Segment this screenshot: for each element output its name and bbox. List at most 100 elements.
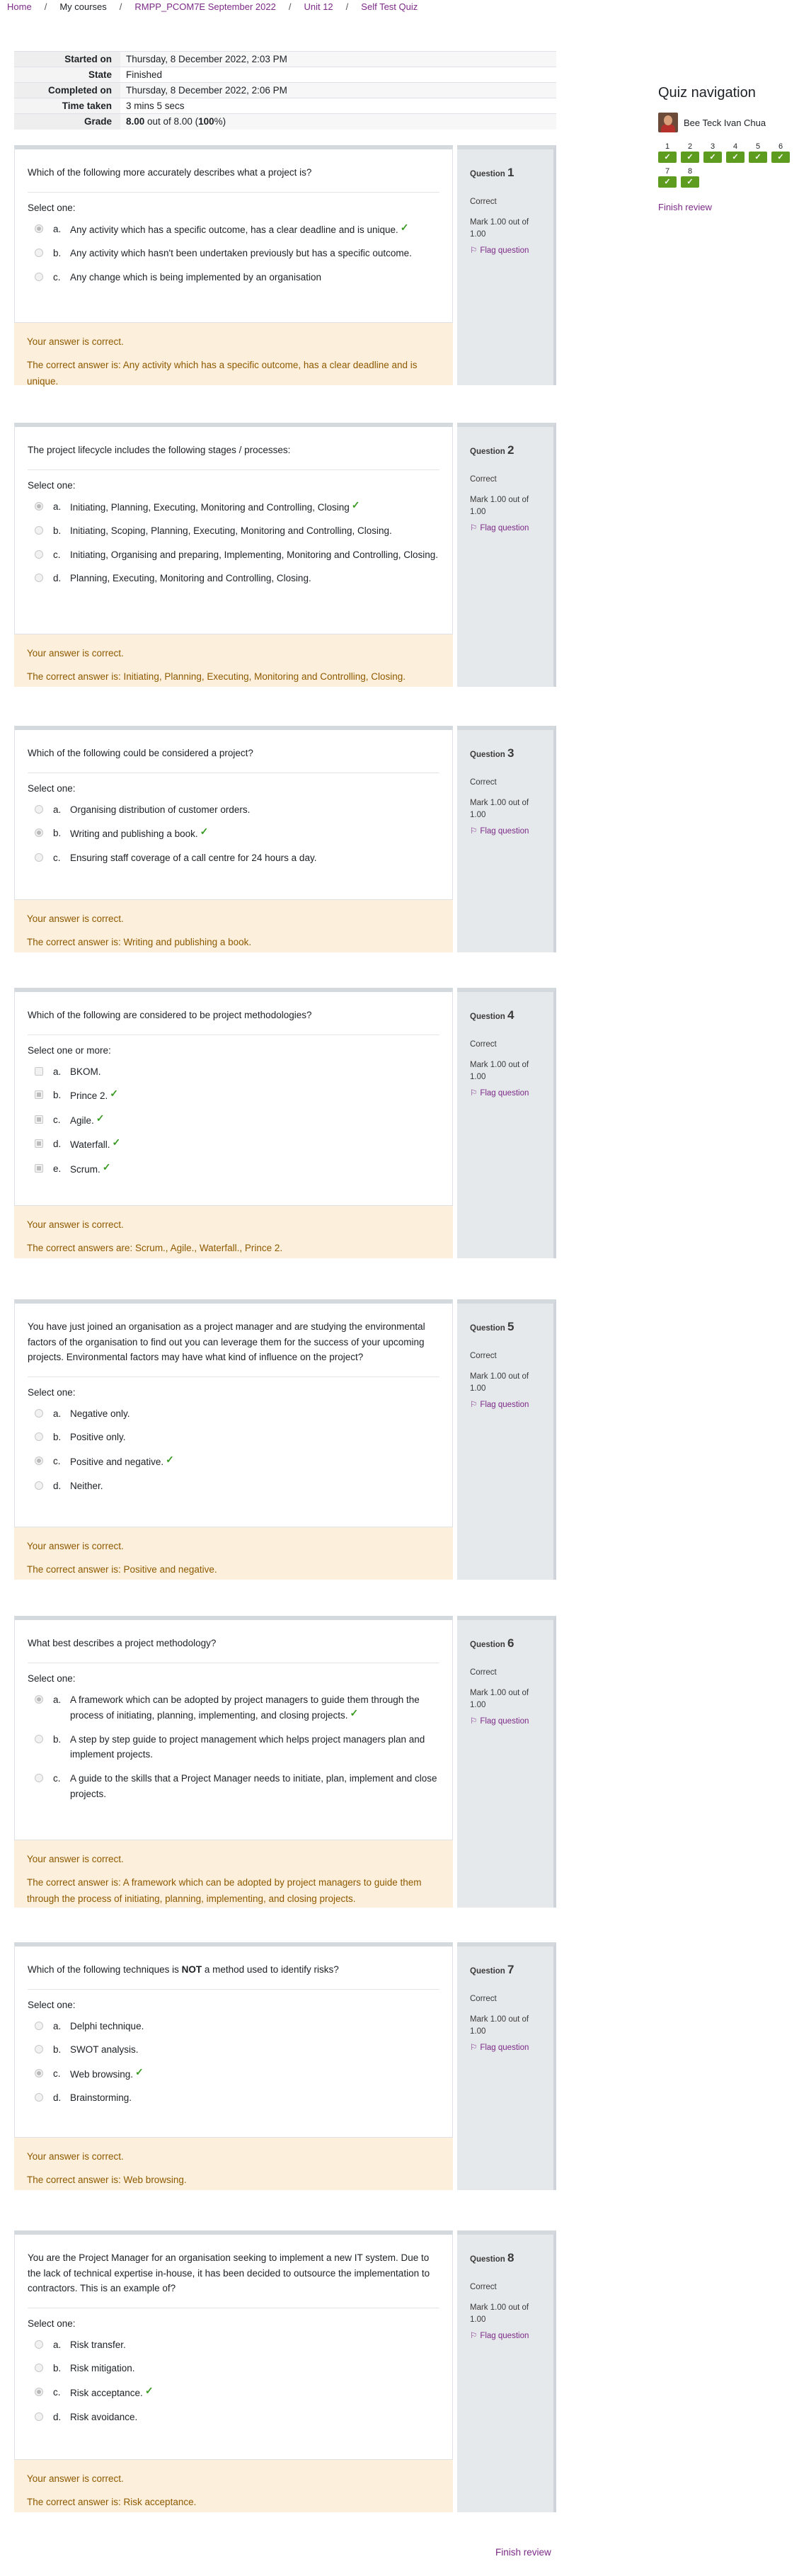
answer-radio[interactable] — [35, 2068, 43, 2078]
answer-option[interactable]: d. Waterfall. ✓ — [28, 1132, 439, 1157]
answer-text-wrap: SWOT analysis. — [70, 2042, 439, 2058]
answer-option[interactable]: b. Risk mitigation. — [28, 2356, 439, 2381]
answer-radio[interactable] — [35, 804, 43, 814]
answer-checkbox[interactable] — [35, 1139, 43, 1149]
answer-option[interactable]: e. Scrum. ✓ — [28, 1157, 439, 1182]
answer-option[interactable]: a. A framework which can be adopted by p… — [28, 1688, 439, 1728]
nav-question-button[interactable]: 2 ✓ — [681, 142, 699, 163]
flag-question-link[interactable]: ⚐ Flag question — [470, 1716, 546, 1728]
breadcrumb-home[interactable]: Home — [7, 1, 32, 12]
answer-option[interactable]: d. Neither. — [28, 1474, 439, 1498]
answer-text-wrap: Risk avoidance. — [70, 2410, 439, 2425]
answer-option[interactable]: a. Any activity which has a specific out… — [28, 217, 439, 242]
answer-radio[interactable] — [35, 272, 43, 281]
answer-option[interactable]: a. Initiating, Planning, Executing, Moni… — [28, 495, 439, 520]
answer-radio[interactable] — [35, 549, 43, 559]
answer-radio[interactable] — [35, 501, 43, 511]
answer-radio[interactable] — [35, 828, 43, 838]
flag-question-link[interactable]: ⚐ Flag question — [470, 2042, 546, 2054]
answer-radio[interactable] — [35, 249, 43, 258]
nav-question-button[interactable]: 6 ✓ — [771, 142, 790, 163]
answer-option[interactable]: c. Web browsing. ✓ — [28, 2062, 439, 2087]
answer-text: Initiating, Scoping, Planning, Executing… — [70, 525, 392, 537]
flag-question-link[interactable]: ⚐ Flag question — [470, 1088, 546, 1100]
answer-radio[interactable] — [35, 526, 43, 535]
answer-option[interactable]: d. Brainstorming. — [28, 2086, 439, 2110]
answer-radio[interactable] — [35, 2021, 43, 2030]
answer-option[interactable]: c. Any change which is being implemented… — [28, 266, 439, 290]
answer-radio[interactable] — [35, 574, 43, 583]
answer-option[interactable]: a. BKOM. — [28, 1060, 439, 1084]
answer-option[interactable]: a. Risk transfer. — [28, 2333, 439, 2357]
question-info: Question 8 Correct Mark 1.00 out of 1.00… — [457, 2230, 556, 2512]
answer-text: Agile. — [70, 1115, 94, 1126]
answer-text: Initiating, Organising and preparing, Im… — [70, 549, 439, 560]
answer-option[interactable]: b. Initiating, Scoping, Planning, Execut… — [28, 519, 439, 543]
answer-letter: b. — [53, 1733, 62, 1745]
answer-option[interactable]: c. A guide to the skills that a Project … — [28, 1767, 439, 1806]
answer-prompt: Select one: — [28, 479, 76, 491]
question-info: Question 1 Correct Mark 1.00 out of 1.00… — [457, 145, 556, 385]
answer-option[interactable]: b. Positive only. — [28, 1425, 439, 1449]
flag-question-link[interactable]: ⚐ Flag question — [470, 2330, 546, 2342]
answer-radio[interactable] — [35, 2364, 43, 2373]
answer-option[interactable]: b. Prince 2. ✓ — [28, 1083, 439, 1108]
answer-option[interactable]: d. Planning, Executing, Monitoring and C… — [28, 566, 439, 591]
answer-radio[interactable] — [35, 1481, 43, 1490]
answer-text: Any change which is being implemented by… — [70, 271, 321, 283]
answer-text: Scrum. — [70, 1163, 100, 1175]
question-text-span: a method used to identify risks? — [202, 1964, 339, 1975]
answer-checkbox[interactable] — [35, 1066, 43, 1076]
answer-radio[interactable] — [35, 224, 43, 233]
answer-radio[interactable] — [35, 2412, 43, 2421]
answer-option[interactable]: c. Ensuring staff coverage of a call cen… — [28, 846, 439, 870]
breadcrumb-my-courses[interactable]: My courses — [59, 1, 106, 12]
answer-option[interactable]: c. Positive and negative. ✓ — [28, 1449, 439, 1474]
answer-checkbox[interactable] — [35, 1163, 43, 1173]
answer-radio[interactable] — [35, 2340, 43, 2349]
answer-option[interactable]: b. Writing and publishing a book. ✓ — [28, 821, 439, 846]
answer-radio[interactable] — [35, 1408, 43, 1418]
answer-letter: a. — [53, 1694, 62, 1705]
answer-radio[interactable] — [35, 853, 43, 862]
flag-question-link[interactable]: ⚐ Flag question — [470, 523, 546, 535]
answer-option[interactable]: a. Delphi technique. — [28, 2014, 439, 2039]
answer-option[interactable]: c. Agile. ✓ — [28, 1108, 439, 1133]
flag-question-link[interactable]: ⚐ Flag question — [470, 1399, 546, 1411]
answer-radio[interactable] — [35, 1773, 43, 1782]
answer-text: Negative only. — [70, 1408, 130, 1419]
answer-radio[interactable] — [35, 1432, 43, 1442]
answer-radio[interactable] — [35, 2093, 43, 2102]
answer-option[interactable]: a. Organising distribution of customer o… — [28, 798, 439, 822]
breadcrumb-quiz[interactable]: Self Test Quiz — [361, 1, 418, 12]
answer-option[interactable]: d. Risk avoidance. — [28, 2405, 439, 2429]
finish-review-link[interactable]: Finish review — [658, 202, 793, 212]
question-1: Which of the following more accurately d… — [14, 145, 556, 387]
nav-question-button[interactable]: 3 ✓ — [703, 142, 722, 163]
nav-question-button[interactable]: 1 ✓ — [658, 142, 677, 163]
answer-radio[interactable] — [35, 1694, 43, 1704]
flag-question-link[interactable]: ⚐ Flag question — [470, 245, 546, 257]
nav-question-button[interactable]: 4 ✓ — [726, 142, 745, 163]
nav-question-button[interactable]: 7 ✓ — [658, 167, 677, 188]
answer-radio[interactable] — [35, 1734, 43, 1743]
answer-checkbox[interactable] — [35, 1115, 43, 1124]
nav-question-button[interactable]: 5 ✓ — [749, 142, 767, 163]
answer-radio[interactable] — [35, 2045, 43, 2054]
answer-letter: c. — [53, 852, 61, 863]
answer-option[interactable]: b. SWOT analysis. — [28, 2038, 439, 2062]
question-label: Question — [470, 1013, 505, 1021]
answer-option[interactable]: b. Any activity which hasn't been undert… — [28, 241, 439, 266]
answer-radio[interactable] — [35, 2387, 43, 2396]
answer-option[interactable]: c. Initiating, Organising and preparing,… — [28, 543, 439, 567]
answer-option[interactable]: b. A step by step guide to project manag… — [28, 1728, 439, 1767]
answer-radio[interactable] — [35, 1456, 43, 1465]
flag-question-link[interactable]: ⚐ Flag question — [470, 826, 546, 838]
finish-review-bottom-link[interactable]: Finish review — [495, 2547, 551, 2558]
nav-question-button[interactable]: 8 ✓ — [681, 167, 699, 188]
breadcrumb-course[interactable]: RMPP_PCOM7E September 2022 — [134, 1, 275, 12]
answer-checkbox[interactable] — [35, 1090, 43, 1100]
breadcrumb-unit[interactable]: Unit 12 — [304, 1, 333, 12]
answer-option[interactable]: c. Risk acceptance. ✓ — [28, 2381, 439, 2405]
answer-option[interactable]: a. Negative only. — [28, 1402, 439, 1426]
